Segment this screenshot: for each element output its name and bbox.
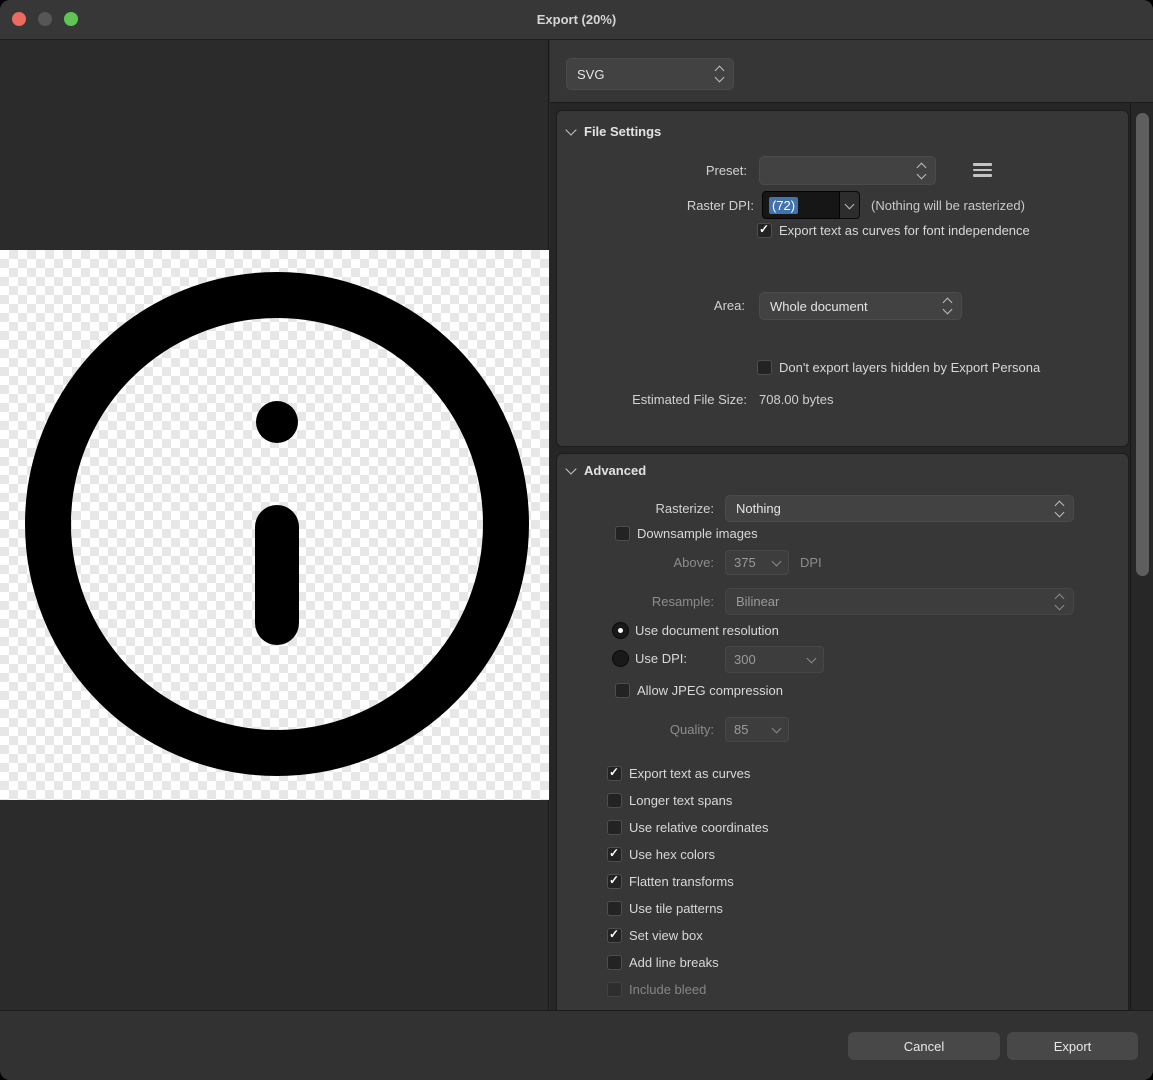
use-dpi-radio[interactable] (612, 650, 629, 667)
downsample-label: Downsample images (637, 526, 758, 541)
estimated-size-label: Estimated File Size: (632, 392, 747, 407)
allow-jpeg-label: Allow JPEG compression (637, 683, 783, 698)
option-row: Set view box (557, 928, 1129, 943)
chevron-down-icon (807, 654, 817, 664)
export-dialog: Export (20%) SVG File Settings Preset: (0, 0, 1153, 1080)
option-row: Use tile patterns (557, 901, 1129, 916)
option-checkbox[interactable] (607, 928, 622, 943)
option-checkbox[interactable] (607, 874, 622, 889)
quality-label: Quality: (670, 722, 714, 737)
raster-dpi-note: (Nothing will be rasterized) (871, 198, 1025, 213)
advanced-panel: Advanced Rasterize: Nothing Downsample i… (556, 453, 1129, 1013)
selected-text: (72) (769, 197, 798, 214)
downsample-checkbox[interactable] (615, 526, 630, 541)
area-select[interactable]: Whole document (759, 292, 962, 320)
rasterize-select[interactable]: Nothing (725, 495, 1074, 522)
preset-menu-icon[interactable] (973, 163, 992, 177)
use-document-resolution-label: Use document resolution (635, 623, 779, 638)
allow-jpeg-checkbox[interactable] (615, 683, 630, 698)
option-checkbox[interactable] (607, 793, 622, 808)
footer-bar: Cancel Export (0, 1010, 1153, 1080)
chevron-down-icon (565, 463, 576, 474)
title-bar: Export (20%) (0, 0, 1153, 40)
option-checkbox (607, 982, 622, 997)
export-button[interactable]: Export (1007, 1032, 1138, 1060)
updown-chevrons-icon (1056, 595, 1063, 609)
option-checkbox[interactable] (607, 820, 622, 835)
scrollbar-thumb[interactable] (1136, 113, 1149, 576)
option-label: Export text as curves (629, 766, 750, 781)
option-label: Use relative coordinates (629, 820, 768, 835)
cancel-button[interactable]: Cancel (848, 1032, 1000, 1060)
rasterize-label: Rasterize: (655, 501, 714, 516)
resample-select: Bilinear (725, 588, 1074, 615)
option-label: Flatten transforms (629, 874, 734, 889)
use-document-resolution-radio[interactable] (612, 622, 629, 639)
preset-label: Preset: (706, 163, 747, 178)
option-row: Use hex colors (557, 847, 1129, 862)
updown-chevrons-icon (1056, 502, 1063, 516)
settings-column: SVG File Settings Preset: Raster DPI: (7… (550, 40, 1153, 1010)
option-row: Include bleed (557, 982, 1129, 997)
raster-dpi-input[interactable]: (72) (762, 191, 840, 219)
option-row: Export text as curves (557, 766, 1129, 781)
option-row: Add line breaks (557, 955, 1129, 970)
updown-chevrons-icon (918, 164, 925, 178)
info-icon-preview (0, 250, 549, 800)
option-label: Set view box (629, 928, 703, 943)
scrollbar-track[interactable] (1130, 103, 1153, 1010)
option-checkbox[interactable] (607, 955, 622, 970)
use-dpi-label: Use DPI: (635, 651, 687, 666)
section-title: Advanced (584, 463, 646, 478)
option-label: Add line breaks (629, 955, 719, 970)
preset-select[interactable] (759, 156, 936, 185)
file-settings-header[interactable]: File Settings (567, 124, 661, 139)
above-dpi-suffix: DPI (800, 555, 822, 570)
option-row: Flatten transforms (557, 874, 1129, 889)
chevron-down-icon (772, 557, 782, 567)
option-label: Longer text spans (629, 793, 732, 808)
format-strip: SVG (550, 40, 1153, 103)
file-settings-panel: File Settings Preset: Raster DPI: (72) (… (556, 110, 1129, 447)
raster-dpi-dropdown-arrow[interactable] (840, 191, 860, 219)
option-label: Include bleed (629, 982, 706, 997)
svg-options-list: Export text as curves Longer text spans Us… (557, 766, 1129, 1009)
above-dpi-field: 375 (725, 550, 789, 575)
updown-chevrons-icon (716, 67, 723, 81)
area-label: Area: (714, 298, 745, 313)
chevron-down-icon (565, 124, 576, 135)
resample-label: Resample: (652, 594, 714, 609)
chevron-down-icon (772, 724, 782, 734)
option-checkbox[interactable] (607, 901, 622, 916)
option-row: Longer text spans (557, 793, 1129, 808)
use-dpi-field: 300 (725, 646, 824, 673)
option-row: Use relative coordinates (557, 820, 1129, 835)
transparency-checkerboard (0, 250, 549, 800)
dont-export-hidden-label: Don't export layers hidden by Export Per… (779, 360, 1040, 375)
option-checkbox[interactable] (607, 766, 622, 781)
dont-export-hidden-checkbox[interactable] (757, 360, 772, 375)
export-text-curves-label: Export text as curves for font independe… (779, 223, 1030, 238)
option-checkbox[interactable] (607, 847, 622, 862)
window-title: Export (20%) (0, 0, 1153, 40)
export-text-curves-checkbox[interactable] (757, 223, 772, 238)
advanced-header[interactable]: Advanced (567, 463, 646, 478)
option-label: Use hex colors (629, 847, 715, 862)
chevron-down-icon (845, 199, 855, 209)
estimated-size-value: 708.00 bytes (759, 392, 833, 407)
option-label: Use tile patterns (629, 901, 723, 916)
section-title: File Settings (584, 124, 661, 139)
format-select[interactable]: SVG (566, 58, 734, 90)
raster-dpi-label: Raster DPI: (687, 198, 754, 213)
above-label: Above: (674, 555, 714, 570)
quality-field: 85 (725, 717, 789, 742)
updown-chevrons-icon (944, 299, 951, 313)
preview-pane (0, 40, 549, 1010)
